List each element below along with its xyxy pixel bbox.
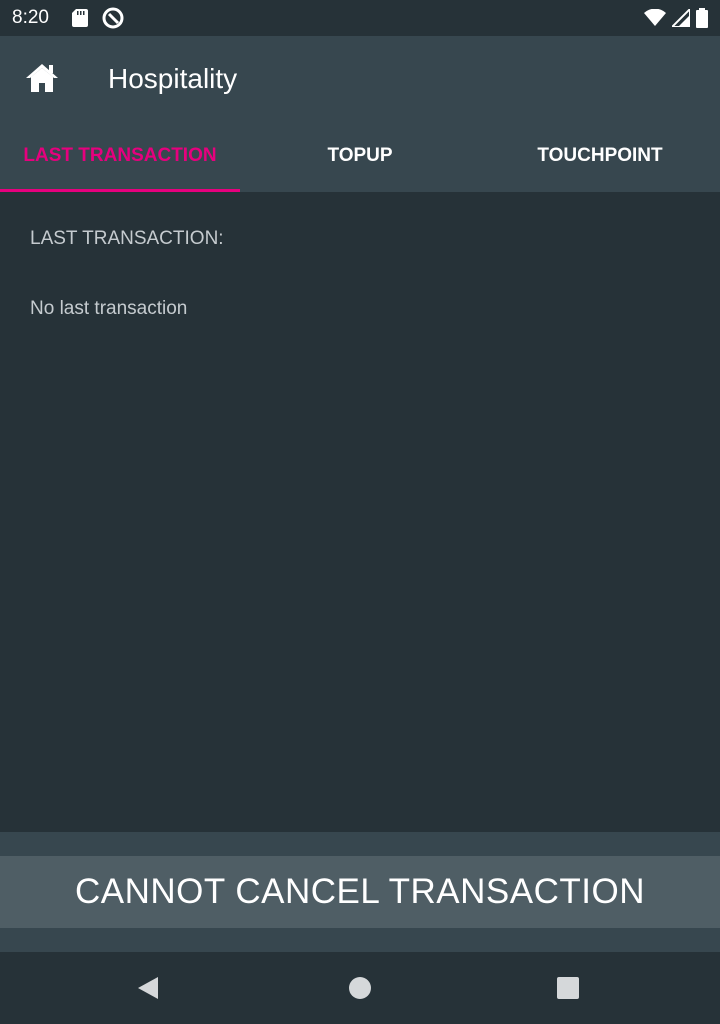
status-bar: 8:20 <box>0 0 720 36</box>
tab-bar: LAST TRANSACTION TOPUP TOUCHPOINT <box>0 120 720 192</box>
back-icon[interactable] <box>134 974 162 1002</box>
tab-touchpoint[interactable]: TOUCHPOINT <box>480 120 720 192</box>
home-icon[interactable] <box>24 60 60 96</box>
action-area: CANNOT CANCEL TRANSACTION <box>0 832 720 952</box>
recent-apps-icon[interactable] <box>554 974 582 1002</box>
signal-icon <box>669 6 691 32</box>
content-area: LAST TRANSACTION: No last transaction <box>0 192 720 832</box>
empty-state-text: No last transaction <box>30 298 188 319</box>
cancel-transaction-button[interactable]: CANNOT CANCEL TRANSACTION <box>0 856 720 928</box>
status-time: 8:20 <box>12 7 49 28</box>
page-title: Hospitality <box>108 63 238 94</box>
tab-label: LAST TRANSACTION <box>23 145 217 166</box>
sd-card-icon <box>72 9 88 32</box>
tab-label: TOUCHPOINT <box>537 145 663 166</box>
section-label: LAST TRANSACTION: <box>30 228 224 249</box>
wifi-icon <box>644 8 666 32</box>
q-icon <box>102 7 124 34</box>
screen: 8:20 Hospitality LAST TRANSACTION TOPUP … <box>0 0 720 1024</box>
app-bar: Hospitality LAST TRANSACTION TOPUP TOUCH… <box>0 36 720 192</box>
status-icons <box>644 6 708 33</box>
home-circle-icon[interactable] <box>346 974 374 1002</box>
tab-last-transaction[interactable]: LAST TRANSACTION <box>0 120 240 192</box>
tab-label: TOPUP <box>327 145 393 166</box>
navigation-bar <box>0 952 720 1024</box>
tab-topup[interactable]: TOPUP <box>240 120 480 192</box>
battery-icon <box>696 8 708 33</box>
